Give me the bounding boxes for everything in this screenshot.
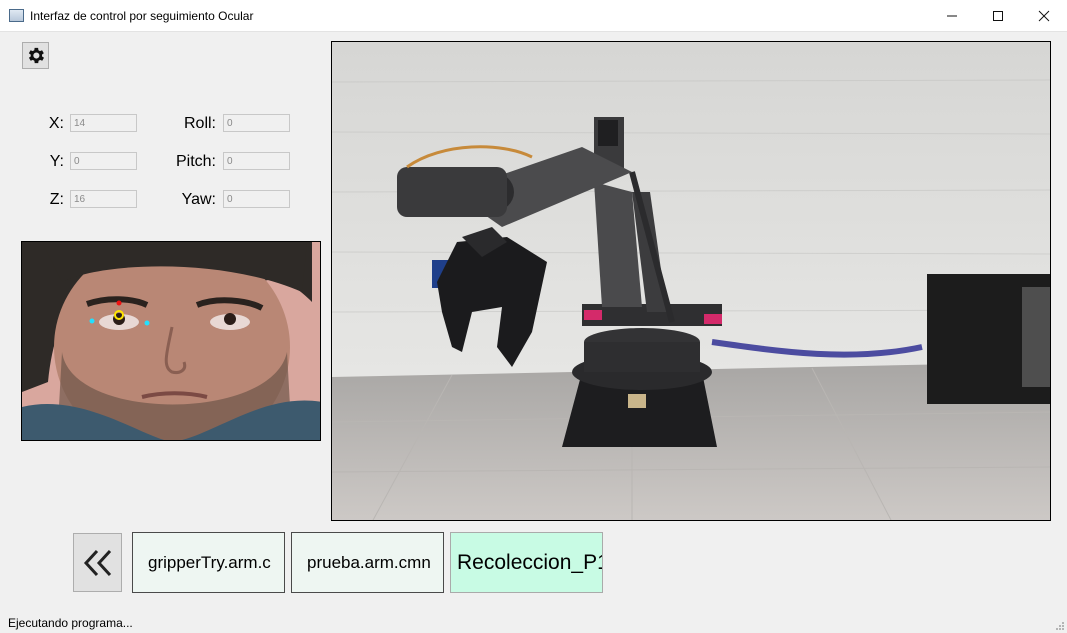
eye-tracking-view <box>21 241 321 441</box>
maximize-button[interactable] <box>975 0 1021 31</box>
close-button[interactable] <box>1021 0 1067 31</box>
x-label: X: <box>48 115 64 132</box>
z-field[interactable] <box>70 190 137 208</box>
settings-button[interactable] <box>22 42 49 69</box>
minimize-button[interactable] <box>929 0 975 31</box>
roll-label: Roll: <box>183 115 216 132</box>
pitch-field[interactable] <box>223 152 290 170</box>
program-label: prueba.arm.cmn <box>307 552 431 572</box>
back-button[interactable] <box>73 533 122 592</box>
close-icon <box>1038 10 1050 21</box>
camera-view <box>331 41 1051 521</box>
minimize-icon <box>947 15 957 16</box>
y-label: Y: <box>49 153 64 170</box>
program-label: gripperTry.arm.c <box>148 552 271 572</box>
title-bar: Interfaz de control por seguimiento Ocul… <box>0 0 1067 32</box>
pitch-label: Pitch: <box>175 153 216 170</box>
program-button-2[interactable]: prueba.arm.cmn <box>291 532 444 593</box>
window-title: Interfaz de control por seguimiento Ocul… <box>30 9 254 23</box>
gear-icon <box>28 47 44 64</box>
program-button-3[interactable]: Recoleccion_P1. <box>450 532 603 593</box>
program-label: Recoleccion_P1. <box>457 550 603 574</box>
status-text: Ejecutando programa... <box>8 616 133 630</box>
y-field[interactable] <box>70 152 137 170</box>
z-label: Z: <box>49 191 64 208</box>
app-icon <box>9 9 24 22</box>
roll-field[interactable] <box>223 114 290 132</box>
x-field[interactable] <box>70 114 137 132</box>
resize-grip-icon[interactable] <box>1054 620 1064 630</box>
yaw-label: Yaw: <box>181 191 216 208</box>
program-button-1[interactable]: gripperTry.arm.c <box>132 532 285 593</box>
maximize-icon <box>993 10 1003 21</box>
double-chevron-left-icon <box>83 549 111 576</box>
yaw-field[interactable] <box>223 190 290 208</box>
